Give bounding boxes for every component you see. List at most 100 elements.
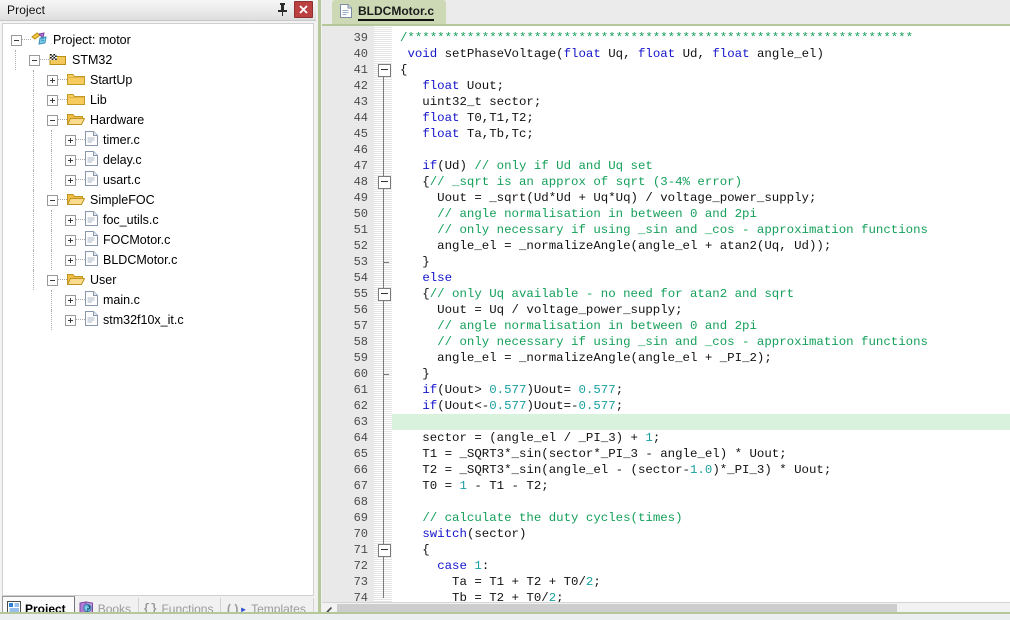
code-line[interactable]: {// only Uq available - no need for atan… bbox=[392, 286, 1010, 302]
bottom-accent-line bbox=[0, 612, 1010, 614]
code-line[interactable]: Ta = T1 + T2 + T0/2; bbox=[392, 574, 1010, 590]
code-line[interactable]: else bbox=[392, 270, 1010, 286]
code-token-pl: Uq, bbox=[600, 47, 638, 61]
expand-icon[interactable] bbox=[65, 134, 76, 146]
line-number: 42 bbox=[353, 79, 368, 93]
code-line[interactable]: /***************************************… bbox=[392, 30, 1010, 46]
tree-item-project-motor[interactable]: Project: motor bbox=[3, 30, 313, 50]
code-line[interactable]: T1 = _SQRT3*_sin(sector*_PI_3 - angle_el… bbox=[392, 446, 1010, 462]
tree-item-hardware[interactable]: Hardware bbox=[3, 110, 313, 130]
tree-item-stm32f10x-it-c[interactable]: stm32f10x_it.c bbox=[3, 310, 313, 330]
pin-icon[interactable] bbox=[274, 2, 290, 18]
code-line[interactable]: if(Uout> 0.577)Uout= 0.577; bbox=[392, 382, 1010, 398]
code-line[interactable]: void setPhaseVoltage(float Uq, float Ud,… bbox=[392, 46, 1010, 62]
expand-icon[interactable] bbox=[65, 254, 76, 266]
line-number: 51 bbox=[353, 223, 368, 237]
code-line[interactable]: Uout = Uq / voltage_power_supply; bbox=[392, 302, 1010, 318]
expand-icon[interactable] bbox=[47, 74, 58, 86]
code-token-pl: )Uout= bbox=[526, 383, 579, 397]
project-tree-container[interactable]: Project: motor STM32 StartUp Lib Hardware tim… bbox=[2, 23, 314, 596]
expand-icon[interactable] bbox=[47, 94, 58, 106]
code-line[interactable]: // angle normalisation in between 0 and … bbox=[392, 206, 1010, 222]
fold-guide-line bbox=[383, 554, 384, 598]
code-line[interactable]: angle_el = _normalizeAngle(angle_el + _P… bbox=[392, 350, 1010, 366]
code-line[interactable]: uint32_t sector; bbox=[392, 94, 1010, 110]
tree-item-timer-c[interactable]: timer.c bbox=[3, 130, 313, 150]
code-token-pl: ; bbox=[615, 399, 624, 413]
code-line[interactable] bbox=[392, 414, 1010, 430]
tree-connector bbox=[58, 279, 67, 281]
code-line[interactable]: case 1: bbox=[392, 558, 1010, 574]
target-icon bbox=[49, 52, 67, 69]
fold-toggle-icon[interactable] bbox=[378, 64, 391, 77]
code-token-pl: { bbox=[400, 543, 430, 557]
tree-item-stm32[interactable]: STM32 bbox=[3, 50, 313, 70]
code-line[interactable]: sector = (angle_el / _PI_3) + 1; bbox=[392, 430, 1010, 446]
collapse-icon[interactable] bbox=[29, 54, 40, 66]
code-line[interactable]: { bbox=[392, 62, 1010, 78]
tree-item-delay-c[interactable]: delay.c bbox=[3, 150, 313, 170]
collapse-icon[interactable] bbox=[11, 34, 22, 46]
code-line[interactable]: float Uout; bbox=[392, 78, 1010, 94]
code-line[interactable]: angle_el = _normalizeAngle(angle_el + at… bbox=[392, 238, 1010, 254]
file-c-icon bbox=[85, 131, 98, 149]
tree-item-foc-utils-c[interactable]: foc_utils.c bbox=[3, 210, 313, 230]
collapse-icon[interactable] bbox=[47, 194, 58, 206]
code-line[interactable]: if(Ud) // only if Ud and Uq set bbox=[392, 158, 1010, 174]
code-line[interactable]: T0 = 1 - T1 - T2; bbox=[392, 478, 1010, 494]
expand-icon[interactable] bbox=[65, 314, 76, 326]
tree-item-startup[interactable]: StartUp bbox=[3, 70, 313, 90]
collapse-icon[interactable] bbox=[47, 114, 58, 126]
code-line[interactable]: if(Uout<-0.577)Uout=-0.577; bbox=[392, 398, 1010, 414]
line-number: 54 bbox=[353, 271, 368, 285]
code-line[interactable]: float Ta,Tb,Tc; bbox=[392, 126, 1010, 142]
expand-icon[interactable] bbox=[65, 234, 76, 246]
expand-icon[interactable] bbox=[65, 214, 76, 226]
code-line[interactable] bbox=[392, 494, 1010, 510]
expand-icon[interactable] bbox=[65, 174, 76, 186]
fold-toggle-icon[interactable] bbox=[378, 288, 391, 301]
code-line[interactable]: } bbox=[392, 366, 1010, 382]
code-viewport[interactable]: 39 /*************************************… bbox=[322, 26, 1010, 602]
code-token-cm: // only Uq available - no need for atan2… bbox=[429, 287, 795, 301]
code-line[interactable]: Tb = T2 + T0/2; bbox=[392, 590, 1010, 602]
line-number: 59 bbox=[353, 351, 368, 365]
code-line[interactable]: float T0,T1,T2; bbox=[392, 110, 1010, 126]
code-token-pl: : bbox=[481, 559, 490, 573]
code-line[interactable]: Uout = _sqrt(Ud*Ud + Uq*Uq) / voltage_po… bbox=[392, 190, 1010, 206]
tree-item-simplefoc[interactable]: SimpleFOC bbox=[3, 190, 313, 210]
expand-icon[interactable] bbox=[65, 154, 76, 166]
editor-tab-bldcmotor[interactable]: BLDCMotor.c bbox=[332, 0, 446, 24]
tree-connector bbox=[40, 59, 49, 61]
code-line[interactable]: { bbox=[392, 542, 1010, 558]
close-icon[interactable] bbox=[294, 1, 313, 18]
tree-item-user[interactable]: User bbox=[3, 270, 313, 290]
tree-item-lib[interactable]: Lib bbox=[3, 90, 313, 110]
code-line[interactable]: {// _sqrt is an approx of sqrt (3-4% err… bbox=[392, 174, 1010, 190]
tree-item-focmotor-c[interactable]: FOCMotor.c bbox=[3, 230, 313, 250]
code-line[interactable]: // angle normalisation in between 0 and … bbox=[392, 318, 1010, 334]
tree-item-bldcmotor-c[interactable]: BLDCMotor.c bbox=[3, 250, 313, 270]
line-number: 55 bbox=[353, 287, 368, 301]
code-token-pl: setPhaseVoltage( bbox=[437, 47, 564, 61]
fold-toggle-icon[interactable] bbox=[378, 176, 391, 189]
tree-item-usart-c[interactable]: usart.c bbox=[3, 170, 313, 190]
code-token-pl: Uout; bbox=[459, 79, 505, 93]
code-line[interactable]: T2 = _SQRT3*_sin(angle_el - (sector-1.0)… bbox=[392, 462, 1010, 478]
code-line[interactable]: // only necessary if using _sin and _cos… bbox=[392, 334, 1010, 350]
code-line[interactable]: // calculate the duty cycles(times) bbox=[392, 510, 1010, 526]
line-number: 57 bbox=[353, 319, 368, 333]
code-token-cm: /***************************************… bbox=[400, 31, 914, 45]
fold-toggle-icon[interactable] bbox=[378, 544, 391, 557]
tree-item-main-c[interactable]: main.c bbox=[3, 290, 313, 310]
code-line[interactable]: switch(sector) bbox=[392, 526, 1010, 542]
collapse-icon[interactable] bbox=[47, 274, 58, 286]
file-c-icon bbox=[85, 311, 98, 329]
expand-icon[interactable] bbox=[65, 294, 76, 306]
code-line[interactable]: // only necessary if using _sin and _cos… bbox=[392, 222, 1010, 238]
code-line[interactable] bbox=[392, 142, 1010, 158]
code-line[interactable]: } bbox=[392, 254, 1010, 270]
line-number: 52 bbox=[353, 239, 368, 253]
